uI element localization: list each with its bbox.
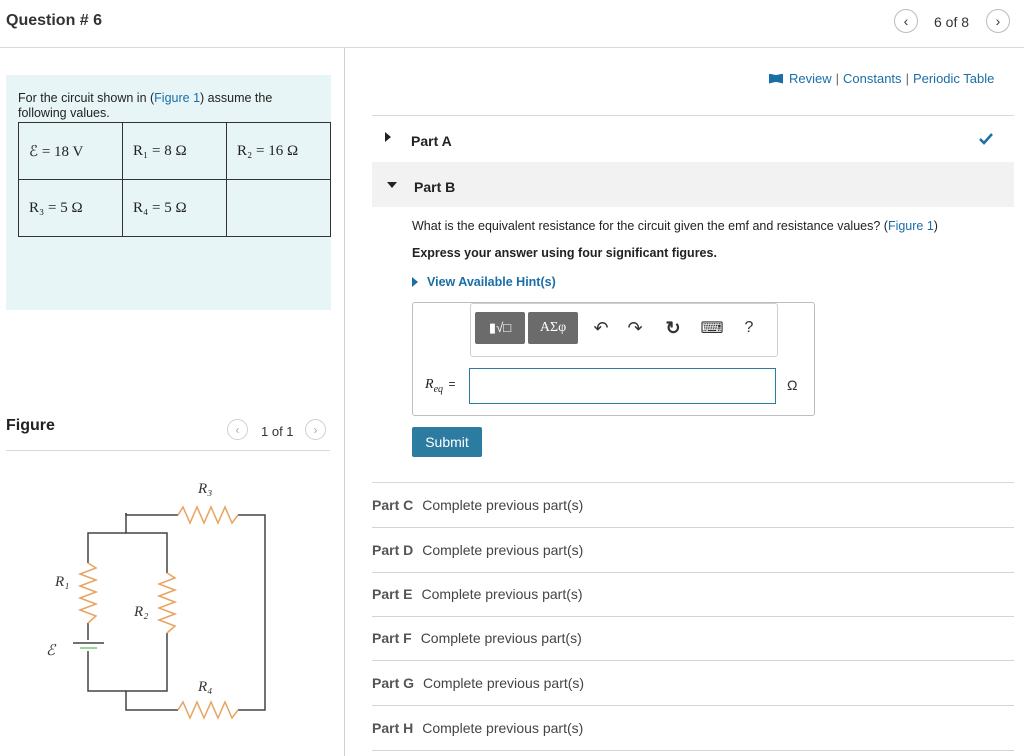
view-hints-link[interactable]: View Available Hint(s) — [412, 275, 556, 289]
caret-right-icon — [412, 277, 418, 287]
circuit-diagram: R₃ R₁ R₂ ℰ R₄ — [46, 481, 266, 720]
prev-question-button[interactable]: ‹ — [894, 9, 918, 33]
header-divider — [0, 47, 1024, 48]
review-link[interactable]: Review — [789, 71, 832, 86]
part-g-row: Part G Complete previous part(s) — [372, 661, 1014, 706]
part-f-row: Part F Complete previous part(s) — [372, 616, 1014, 661]
answer-unit: Ω — [787, 377, 798, 393]
undo-button[interactable]: ↶ — [589, 312, 613, 344]
chevron-left-icon: ‹ — [903, 13, 909, 29]
column-divider — [344, 48, 345, 756]
figure-next-button[interactable]: › — [305, 419, 326, 440]
part-b-question: What is the equivalent resistance for th… — [412, 219, 938, 233]
problem-intro: For the circuit shown in (Figure 1) assu… — [18, 91, 273, 120]
constants-link[interactable]: Constants — [843, 71, 902, 86]
link-separator: | — [835, 71, 840, 86]
reset-icon: ↻ — [665, 317, 681, 338]
part-e-row: Part E Complete previous part(s) — [372, 572, 1014, 617]
page-title: Question # 6 — [6, 12, 103, 29]
figure-divider — [6, 450, 330, 451]
checkmark-icon — [979, 133, 993, 145]
caret-down-icon — [387, 182, 397, 188]
reset-button[interactable]: ↻ — [661, 312, 685, 344]
help-button[interactable]: ? — [739, 312, 759, 344]
part-b-header[interactable]: Part B — [372, 162, 1014, 207]
periodic-table-link[interactable]: Periodic Table — [913, 71, 994, 86]
chevron-left-icon: ‹ — [235, 422, 240, 437]
figure-link[interactable]: Figure 1 — [888, 219, 934, 233]
r2-value: R₂ = 16 Ω — [226, 122, 331, 180]
submit-button[interactable]: Submit — [412, 427, 482, 457]
redo-button[interactable]: ↷ — [623, 312, 647, 344]
table-row: R₃ = 5 Ω R₄ = 5 Ω — [18, 179, 331, 237]
figure-title: Figure — [6, 417, 55, 434]
part-a-label: Part A — [411, 133, 452, 149]
part-c-row: Part C Complete previous part(s) — [372, 483, 1014, 528]
next-question-button[interactable]: › — [986, 9, 1010, 33]
table-row: ℰ = 18 V R₁ = 8 Ω R₂ = 16 Ω — [18, 122, 331, 180]
r3-label: R₃ — [197, 481, 212, 497]
r4-label: R₄ — [197, 679, 212, 695]
undo-icon: ↶ — [593, 317, 609, 338]
problem-panel: For the circuit shown in (Figure 1) assu… — [6, 75, 331, 310]
r1-label: R₁ — [54, 574, 69, 590]
figure-counter: 1 of 1 — [261, 424, 294, 439]
emf-label: ℰ — [46, 643, 57, 659]
part-d-row: Part D Complete previous part(s) — [372, 528, 1014, 573]
part-b-instruction: Express your answer using four significa… — [412, 246, 717, 260]
r4-value: R₄ = 5 Ω — [122, 179, 227, 237]
caret-right-icon — [385, 132, 391, 142]
help-icon: ? — [744, 319, 754, 336]
chevron-right-icon: › — [313, 422, 318, 437]
equation-toolbar: ▮√□ ΑΣφ ↶ ↷ ↻ ⌨ ? — [470, 303, 778, 357]
answer-input[interactable] — [469, 368, 776, 404]
book-icon — [769, 73, 783, 84]
r3-value: R₃ = 5 Ω — [18, 179, 123, 237]
keyboard-icon: ⌨ — [700, 320, 724, 337]
greek-icon: ΑΣφ — [539, 320, 567, 335]
empty-cell — [226, 179, 331, 237]
values-table: ℰ = 18 V R₁ = 8 Ω R₂ = 16 Ω R₃ = 5 Ω R₄ … — [18, 122, 331, 237]
emf-value: ℰ = 18 V — [18, 122, 123, 180]
keyboard-button[interactable]: ⌨ — [699, 312, 725, 344]
figure-link[interactable]: Figure 1 — [154, 91, 200, 105]
answer-box: ▮√□ ΑΣφ ↶ ↷ ↻ ⌨ ? Req = Ω — [412, 302, 815, 416]
link-separator: | — [905, 71, 909, 86]
answer-label: Req = — [425, 377, 456, 395]
r1-value: R₁ = 8 Ω — [122, 122, 227, 180]
part-h-row: Part H Complete previous part(s) — [372, 706, 1014, 751]
part-a-header[interactable]: Part A — [372, 116, 1014, 162]
r2-label: R₂ — [133, 604, 148, 620]
template-button[interactable]: ▮√□ — [475, 312, 525, 344]
redo-icon: ↷ — [627, 317, 643, 338]
part-b-label: Part B — [414, 179, 456, 195]
templates-icon: ▮√□ — [488, 320, 512, 335]
greek-symbols-button[interactable]: ΑΣφ — [528, 312, 578, 344]
question-counter: 6 of 8 — [934, 14, 970, 30]
chevron-right-icon: › — [995, 13, 1001, 29]
figure-prev-button[interactable]: ‹ — [227, 419, 248, 440]
battery-symbol — [73, 642, 104, 649]
resource-links: Review | Constants | Periodic Table — [769, 71, 994, 86]
